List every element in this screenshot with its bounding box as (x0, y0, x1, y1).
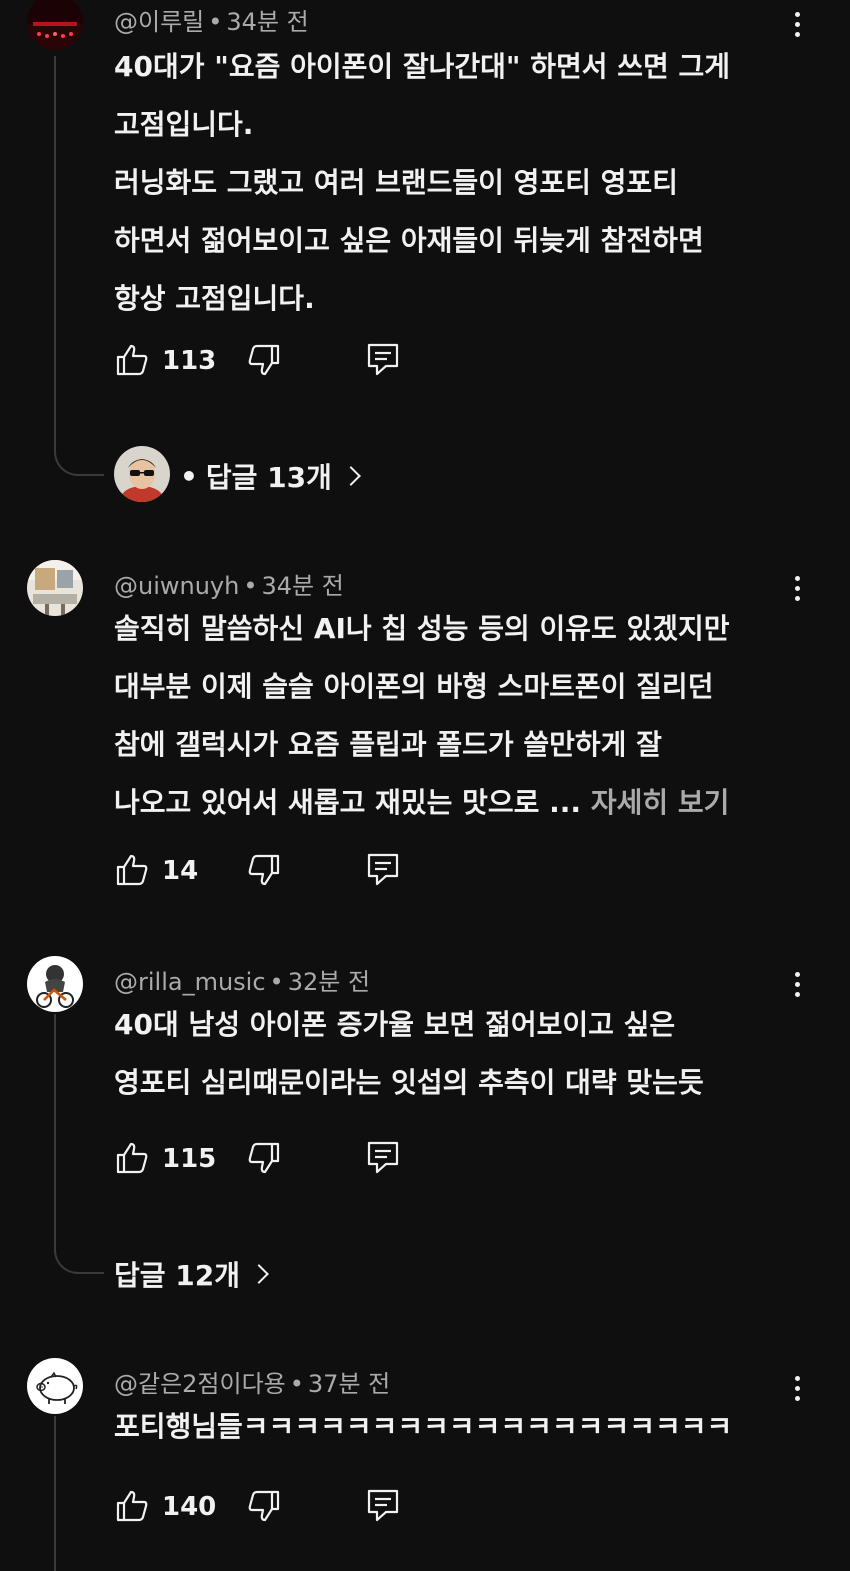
replies-count: 답글 13개 (205, 461, 332, 494)
avatar[interactable] (27, 956, 83, 1012)
thumbs-up-icon[interactable] (114, 1140, 150, 1176)
thumbs-down-icon[interactable] (246, 1142, 282, 1178)
comment-line: 나오고 있어서 새롭고 재밌는 맛으로 ... (114, 786, 591, 819)
comment-handle[interactable]: @이루릴 (114, 8, 204, 36)
comment-meta: @rilla_music • 32분 전 (114, 962, 370, 997)
comment-line: 포티행님들ㅋㅋㅋㅋㅋㅋㅋㅋㅋㅋㅋㅋㅋㅋㅋㅋㅋㅋㅋ (114, 1410, 733, 1443)
comment-meta: @uiwnuyh • 34분 전 (114, 566, 344, 601)
like-count: 14 (162, 856, 199, 886)
chevron-right-icon (249, 1264, 269, 1284)
meta-separator: • (269, 968, 284, 996)
reply-comment-icon[interactable] (366, 1488, 400, 1524)
thumbs-down-icon[interactable] (246, 854, 282, 890)
comment-time: 32분 전 (287, 968, 371, 996)
thread-connector (54, 1014, 104, 1274)
thread-connector (54, 1416, 56, 1571)
reply-comment-icon[interactable] (366, 1140, 400, 1176)
thumbs-down-icon[interactable] (246, 1490, 282, 1526)
avatar[interactable] (27, 560, 83, 616)
comment-line: 40대가 "요즘 아이폰이 잘나간대" 하면서 쓰면 그게 (114, 50, 731, 83)
comment-handle[interactable]: @같은2점이다용 (114, 1370, 286, 1398)
comment-line: 40대 남성 아이폰 증가율 보면 젊어보이고 싶은 (114, 1008, 676, 1041)
comment-handle[interactable]: @rilla_music (114, 968, 266, 996)
comment-text: 40대 남성 아이폰 증가율 보면 젊어보이고 싶은 영포티 심리때문이라는 잇… (114, 996, 794, 1112)
comment-meta: @같은2점이다용 • 37분 전 (114, 1364, 390, 1399)
comment-line: 대부분 이제 슬슬 아이폰의 바형 스마트폰이 질리던 (114, 670, 714, 703)
thumbs-down-icon[interactable] (246, 344, 282, 380)
comment-line: 참에 갤럭시가 요즘 플립과 폴드가 쓸만하게 잘 (114, 728, 662, 761)
comment-line: 하면서 젊어보이고 싶은 아재들이 뒤늦게 참전하면 (114, 224, 704, 257)
reply-comment-icon[interactable] (366, 852, 400, 888)
read-more-link[interactable]: 자세히 보기 (591, 786, 730, 819)
like-count: 115 (162, 1144, 217, 1174)
thumbs-up-icon[interactable] (114, 1488, 150, 1524)
comment-time: 34분 전 (261, 572, 344, 600)
comment-text: 포티행님들ㅋㅋㅋㅋㅋㅋㅋㅋㅋㅋㅋㅋㅋㅋㅋㅋㅋㅋㅋ (114, 1398, 794, 1456)
comment-line: 고점입니다. (114, 108, 254, 141)
comment-line: 항상 고점입니다. (114, 282, 315, 315)
comment-text: 솔직히 말씀하신 AI나 칩 성능 등의 이유도 있겠지만 대부분 이제 슬슬 … (114, 600, 794, 832)
meta-separator: • (208, 8, 223, 36)
comment-handle[interactable]: @uiwnuyh (114, 572, 239, 600)
thumbs-up-icon[interactable] (114, 852, 150, 888)
meta-separator: • (243, 572, 258, 600)
avatar[interactable] (27, 0, 83, 50)
avatar[interactable] (27, 1358, 83, 1414)
comment-meta: @이루릴 • 34분 전 (114, 2, 309, 37)
comment-line: 솔직히 말씀하신 AI나 칩 성능 등의 이유도 있겠지만 (114, 612, 730, 645)
comment-time: 37분 전 (307, 1370, 391, 1398)
like-count: 140 (162, 1492, 217, 1522)
reply-comment-icon[interactable] (366, 342, 400, 378)
replies-button[interactable]: • 답글 13개 (180, 456, 361, 496)
comment-line: 영포티 심리때문이라는 잇섭의 추측이 대략 맞는듯 (114, 1066, 704, 1099)
comment-text: 40대가 "요즘 아이폰이 잘나간대" 하면서 쓰면 그게 고점입니다. 러닝화… (114, 38, 794, 328)
chevron-right-icon (341, 466, 361, 486)
comment-line: 러닝화도 그랬고 여러 브랜드들이 영포티 영포티 (114, 166, 678, 199)
thumbs-up-icon[interactable] (114, 342, 150, 378)
reply-avatar (114, 446, 170, 502)
replies-count: 답글 12개 (114, 1259, 240, 1292)
like-count: 113 (162, 346, 217, 376)
replies-button[interactable]: 답글 12개 (114, 1254, 269, 1294)
meta-separator: • (180, 459, 198, 493)
thread-connector (54, 56, 104, 476)
comment-time: 34분 전 (226, 8, 309, 36)
meta-separator: • (289, 1370, 304, 1398)
comment-line-last: 나오고 있어서 새롭고 재밌는 맛으로 ... 자세히 보기 (114, 774, 794, 832)
